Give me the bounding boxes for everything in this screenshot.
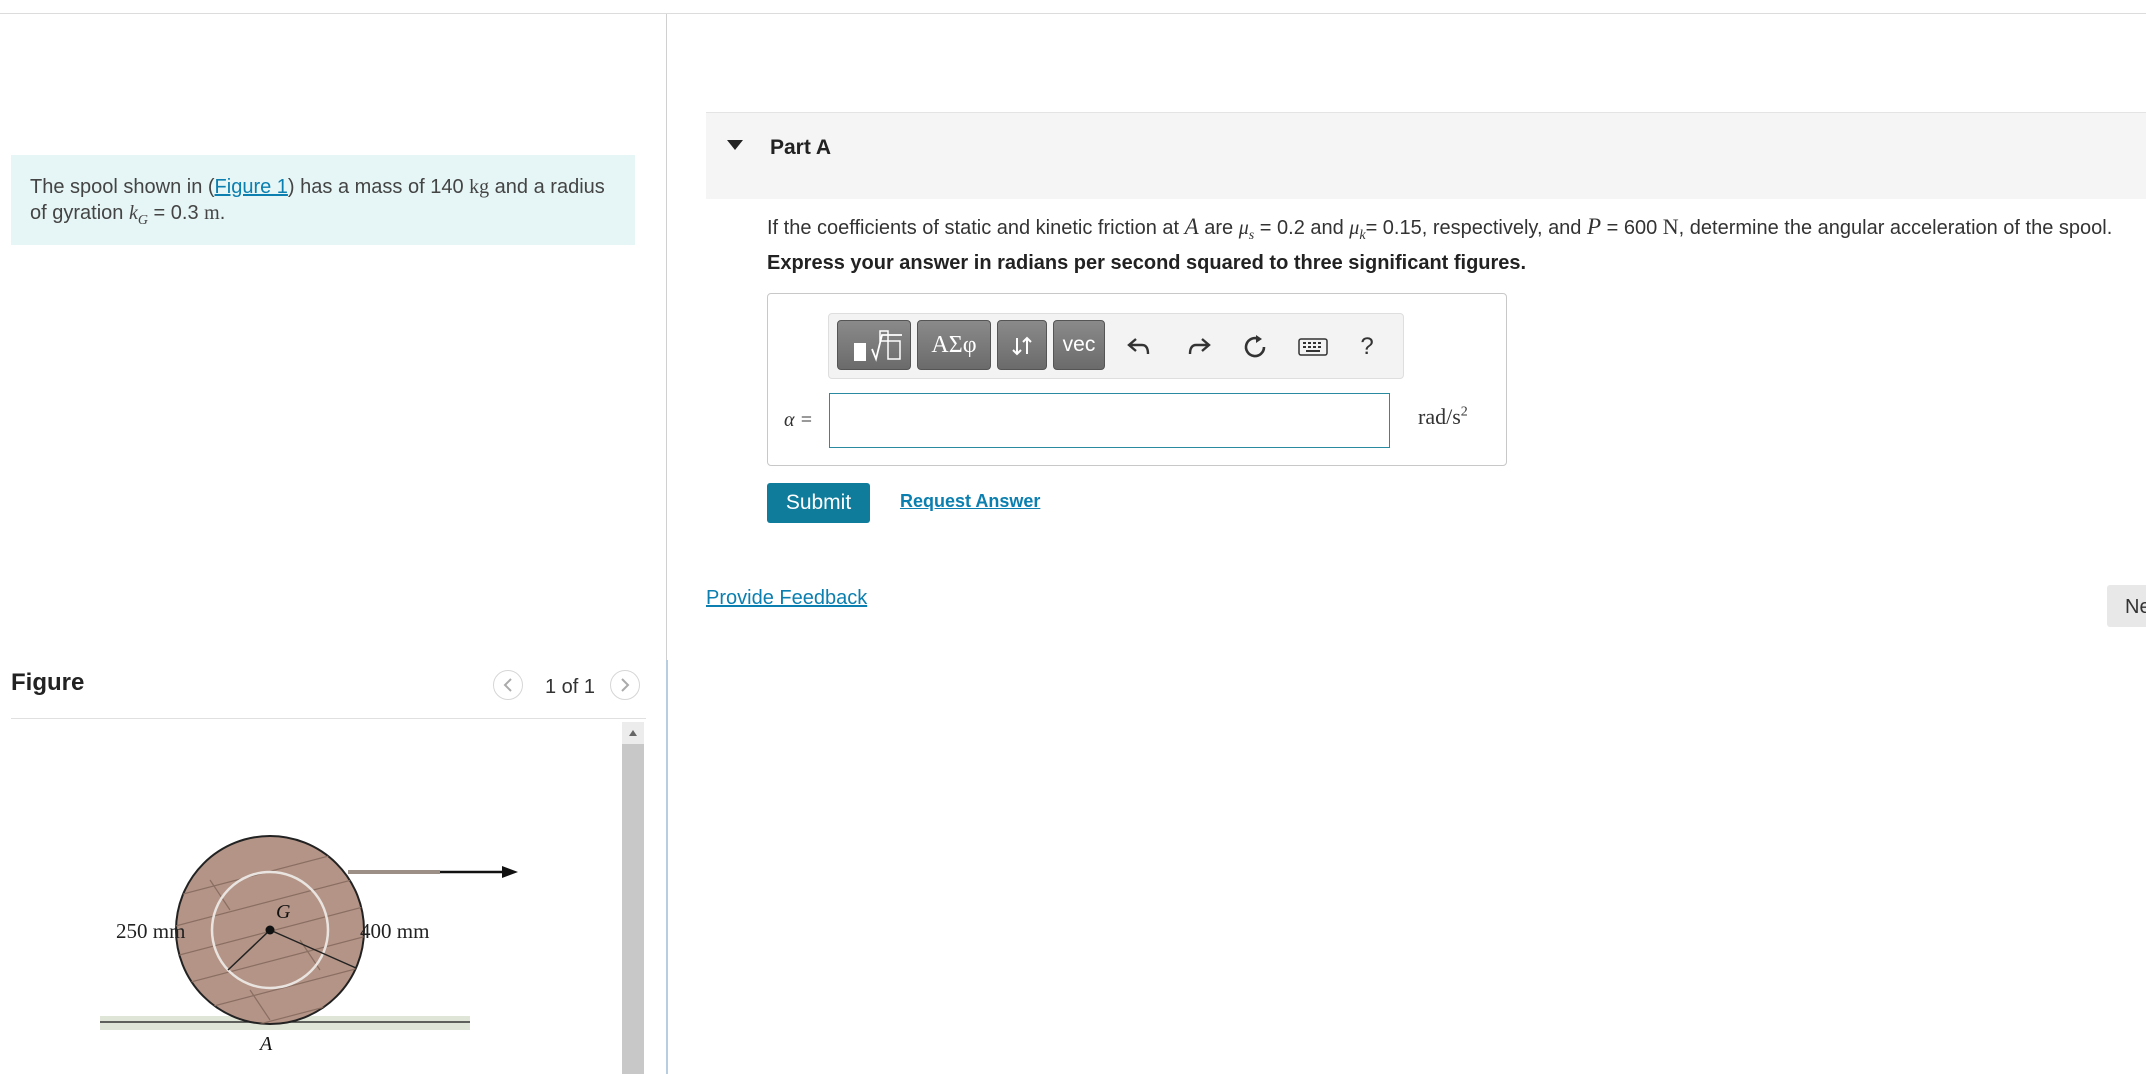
contact-label: A <box>258 1033 273 1055</box>
vector-button[interactable]: vec <box>1053 320 1105 370</box>
symbol-P: P <box>1587 214 1602 239</box>
problem-intro: The spool shown in (Figure 1) has a mass… <box>11 155 635 245</box>
center-point <box>265 925 275 935</box>
answer-input[interactable] <box>829 393 1390 448</box>
panel-divider-highlight <box>666 660 668 1074</box>
center-label: G <box>276 901 291 923</box>
intro-text: . <box>219 202 226 224</box>
symbol-A: A <box>1184 214 1199 239</box>
symbol-mu: μ <box>1349 217 1360 239</box>
kg-subscript: G <box>137 213 148 228</box>
next-button[interactable]: Ne <box>2107 585 2146 627</box>
question-fragment: = 600 <box>1601 217 1663 239</box>
answer-instruction: Express your answer in radians per secon… <box>767 252 1527 274</box>
outer-dimension-label: 400 mm <box>360 919 429 943</box>
figure-counter: 1 of 1 <box>545 676 596 698</box>
alpha-symbol: α = <box>784 409 813 431</box>
provide-feedback-link[interactable]: Provide Feedback <box>706 587 867 610</box>
help-button[interactable]: ? <box>1350 330 1384 364</box>
request-answer-link[interactable]: Request Answer <box>900 491 1040 512</box>
part-a-header[interactable] <box>706 112 2146 199</box>
intro-text: = 0.3 <box>147 202 205 224</box>
reset-icon[interactable] <box>1239 330 1273 364</box>
figure-title: Figure <box>11 669 85 696</box>
templates-button[interactable] <box>837 320 911 370</box>
chevron-right-icon <box>621 678 630 692</box>
greek-symbols-button[interactable]: ΑΣφ <box>917 320 991 370</box>
answer-label: α = <box>784 409 813 432</box>
undo-icon[interactable] <box>1122 330 1156 364</box>
unit-N: N <box>1662 214 1679 239</box>
question-fragment: , determine the angular acceleration of … <box>1678 217 2113 239</box>
templates-icon <box>854 330 902 362</box>
submit-button[interactable]: Submit <box>767 483 870 523</box>
force-arrowhead <box>502 866 518 878</box>
chevron-left-icon <box>503 678 512 692</box>
figure-prev-button[interactable] <box>493 670 523 700</box>
figure-link[interactable]: Figure 1 <box>215 176 288 198</box>
question-fragment: are <box>1198 217 1239 239</box>
keyboard-icon[interactable] <box>1296 330 1330 364</box>
spool-diagram: P G A 250 mm 400 mm <box>100 835 518 1055</box>
subscript-superscript-button[interactable] <box>997 320 1047 370</box>
answer-unit: rad/s2 <box>1418 404 1468 430</box>
question-fragment: If the coefficients of static and kineti… <box>767 217 1185 239</box>
unit-exponent: 2 <box>1460 404 1468 420</box>
kg-symbol: k <box>128 202 138 224</box>
mass-unit: kg <box>469 176 490 198</box>
symbol-mu: μ <box>1238 217 1249 239</box>
intro-text: The spool shown in ( <box>30 176 215 198</box>
caret-down-icon[interactable] <box>727 140 743 150</box>
part-a-title: Part A <box>770 136 832 159</box>
intro-text: ) has a mass of 140 <box>287 176 470 198</box>
figure-next-button[interactable] <box>610 670 640 700</box>
arrows-updown-icon <box>1012 336 1032 356</box>
figure-scrollbar[interactable] <box>622 722 644 1074</box>
redo-icon[interactable] <box>1182 330 1216 364</box>
inner-dimension-label: 250 mm <box>116 919 185 943</box>
question-text: If the coefficients of static and kineti… <box>767 212 2112 251</box>
question-fragment: = 0.15, respectively, and <box>1365 217 1587 239</box>
scroll-up-arrow-icon[interactable] <box>622 722 644 744</box>
top-divider <box>0 13 2146 14</box>
unit-base: rad/s <box>1418 404 1461 429</box>
radius-unit: m <box>204 202 220 224</box>
question-fragment: = 0.2 and <box>1254 217 1350 239</box>
figure-divider <box>11 718 646 719</box>
math-toolbar: ΑΣφ vec ? <box>828 313 1404 379</box>
